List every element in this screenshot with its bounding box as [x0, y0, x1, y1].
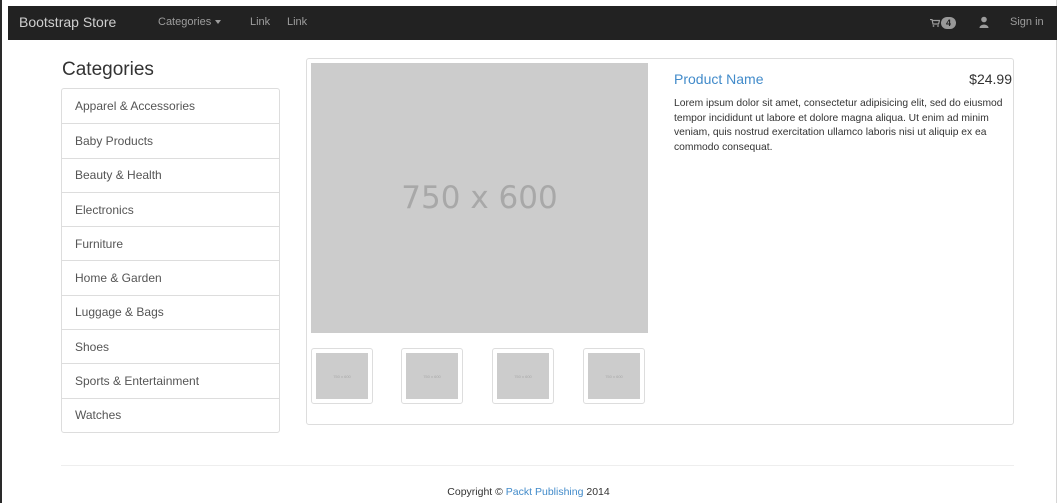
category-item-electronics[interactable]: Electronics — [62, 191, 279, 226]
caret-down-icon — [215, 20, 222, 25]
nav-link-2[interactable]: Link — [287, 16, 307, 28]
footer-publisher-link[interactable]: Packt Publishing — [506, 486, 584, 498]
thumbnail-label: 750 x 600 — [605, 373, 623, 379]
product-thumbnail-1[interactable]: 750 x 600 — [311, 348, 373, 404]
cart-count-badge: 4 — [941, 17, 957, 29]
product-thumbnail-2[interactable]: 750 x 600 — [401, 348, 463, 404]
category-item-beauty-health[interactable]: Beauty & Health — [62, 157, 279, 192]
product-thumbnail-3[interactable]: 750 x 600 — [492, 348, 554, 404]
category-item-luggage-bags[interactable]: Luggage & Bags — [62, 294, 279, 329]
category-item-furniture[interactable]: Furniture — [62, 226, 279, 260]
footer-copyright-prefix: Copyright © — [447, 486, 506, 498]
categories-heading: Categories — [62, 59, 154, 80]
footer: Copyright © Packt Publishing 2014 — [0, 486, 1057, 498]
product-description: Lorem ipsum dolor sit amet, consectetur … — [674, 98, 1003, 153]
cart-button[interactable]: 4 — [930, 17, 957, 29]
categories-dropdown-label: Categories — [158, 16, 212, 28]
footer-divider — [61, 465, 1014, 466]
product-main-image: 750 x 600 — [311, 63, 648, 333]
footer-year: 2014 — [583, 486, 610, 498]
category-item-shoes[interactable]: Shoes — [62, 329, 279, 363]
thumbnail-label: 750 x 600 — [423, 373, 441, 379]
product-name-link[interactable]: Product Name — [674, 71, 763, 87]
window-left-border — [0, 0, 2, 503]
category-item-home-garden[interactable]: Home & Garden — [62, 260, 279, 294]
product-thumbnail-4[interactable]: 750 x 600 — [583, 348, 645, 404]
navbar: Bootstrap Store Categories Link Link 4 S… — [8, 6, 1057, 40]
cart-icon — [930, 19, 940, 27]
category-item-apparel[interactable]: Apparel & Accessories — [62, 89, 279, 123]
categories-dropdown[interactable]: Categories — [158, 16, 222, 28]
category-item-watches[interactable]: Watches — [62, 397, 279, 432]
thumbnail-label: 750 x 600 — [333, 373, 351, 379]
main-image-placeholder-label: 750 x 600 — [401, 180, 558, 216]
category-item-baby-products[interactable]: Baby Products — [62, 123, 279, 157]
thumbnail-label: 750 x 600 — [514, 373, 532, 379]
navbar-brand[interactable]: Bootstrap Store — [19, 14, 116, 30]
category-item-sports[interactable]: Sports & Entertainment — [62, 363, 279, 397]
sign-in-link[interactable]: Sign in — [1010, 16, 1044, 28]
user-icon[interactable] — [979, 16, 989, 28]
nav-link-1[interactable]: Link — [250, 16, 270, 28]
product-price: $24.99 — [969, 71, 1012, 87]
category-list: Apparel & Accessories Baby Products Beau… — [61, 88, 280, 433]
